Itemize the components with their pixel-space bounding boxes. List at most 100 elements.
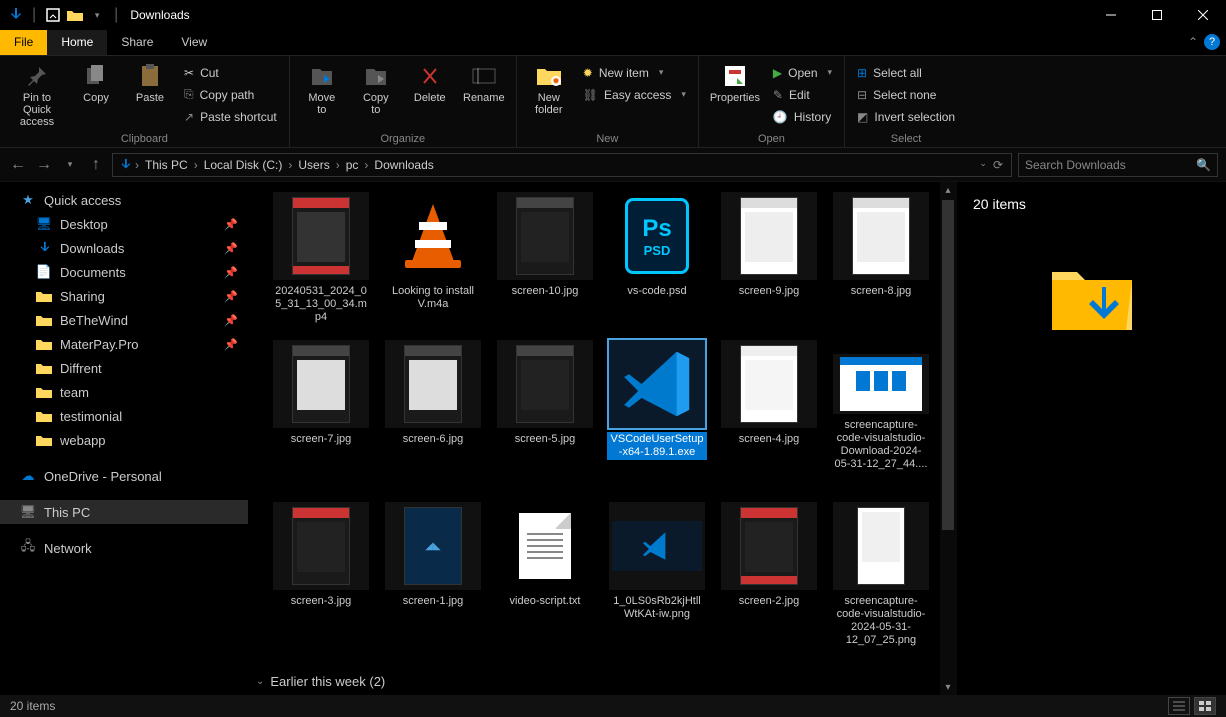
file-item[interactable]: screen-10.jpg	[490, 188, 600, 303]
thumbnail	[273, 502, 369, 590]
sidebar-testimonial[interactable]: testimonial	[0, 404, 248, 428]
view-icons-button[interactable]	[1194, 697, 1216, 715]
file-item[interactable]: ◢◣ screen-1.jpg	[378, 498, 488, 613]
sidebar-webapp[interactable]: webapp	[0, 428, 248, 452]
properties-button[interactable]: Properties	[707, 60, 763, 131]
move-to-button[interactable]: Move to	[298, 60, 346, 131]
paste-button[interactable]: Paste	[126, 60, 174, 131]
crumb-thispc[interactable]: This PC	[141, 158, 192, 172]
recent-dropdown[interactable]: ▾	[60, 155, 80, 175]
organize-group-label: Organize	[298, 131, 508, 145]
chevron-right-icon[interactable]: ›	[288, 158, 292, 172]
refresh-icon[interactable]: ⟳	[993, 158, 1003, 172]
file-item[interactable]: screen-4.jpg	[714, 336, 824, 451]
crumb-downloads[interactable]: Downloads	[370, 158, 437, 172]
sidebar-desktop[interactable]: 🖥 Desktop 📌	[0, 212, 248, 236]
rename-button[interactable]: Rename	[460, 60, 508, 131]
ribbon-group-select: ⊞Select all ⊟Select none ◩Invert selecti…	[845, 56, 967, 147]
up-button[interactable]: ↑	[86, 155, 106, 175]
thumbnail	[385, 192, 481, 280]
sidebar-onedrive[interactable]: ☁ OneDrive - Personal	[0, 464, 248, 488]
file-list-pane[interactable]: 20240531_2024_05_31_13_00_34.mp4 Looking…	[248, 182, 956, 695]
sb-label: team	[60, 385, 89, 400]
crumb-pc[interactable]: pc	[342, 158, 363, 172]
chevron-right-icon[interactable]: ›	[336, 158, 340, 172]
qat-newfolder-icon[interactable]	[66, 6, 84, 24]
file-item[interactable]: screen-5.jpg	[490, 336, 600, 451]
file-item[interactable]: screencapture-code-visualstudio-2024-05-…	[826, 498, 936, 652]
tab-share[interactable]: Share	[107, 30, 167, 55]
qat-properties-icon[interactable]	[44, 6, 62, 24]
file-item[interactable]: screen-8.jpg	[826, 188, 936, 303]
thumbnail	[273, 192, 369, 280]
forward-button[interactable]: →	[34, 155, 54, 175]
tab-file[interactable]: File	[0, 30, 47, 55]
crumb-users[interactable]: Users	[294, 158, 333, 172]
copy-button[interactable]: Copy	[72, 60, 120, 131]
close-button[interactable]	[1180, 0, 1226, 30]
back-button[interactable]: ←	[8, 155, 28, 175]
cut-button[interactable]: ✂Cut	[180, 62, 281, 83]
scroll-up-icon[interactable]: ▴	[940, 182, 956, 198]
file-item[interactable]: screencapture-code-visualstudio-Download…	[826, 350, 936, 476]
tab-home[interactable]: Home	[47, 30, 107, 55]
search-box[interactable]: Search Downloads 🔍	[1018, 153, 1218, 177]
file-item[interactable]: screen-7.jpg	[266, 336, 376, 451]
select-all-button[interactable]: ⊞Select all	[853, 62, 959, 83]
maximize-button[interactable]	[1134, 0, 1180, 30]
select-none-button[interactable]: ⊟Select none	[853, 84, 959, 105]
group-header-earlier[interactable]: ⌄ Earlier this week (2)	[248, 667, 940, 695]
file-item[interactable]: Looking to install V.m4a	[378, 188, 488, 316]
easy-access-button[interactable]: ⛓Easy access▾	[579, 84, 690, 105]
scrollbar[interactable]: ▴ ▾	[940, 182, 956, 695]
tab-view[interactable]: View	[167, 30, 221, 55]
open-button[interactable]: ▶Open▾	[769, 62, 836, 83]
sidebar-downloads[interactable]: Downloads 📌	[0, 236, 248, 260]
file-item[interactable]: screen-9.jpg	[714, 188, 824, 303]
chevron-right-icon[interactable]: ›	[194, 158, 198, 172]
chevron-right-icon[interactable]: ›	[364, 158, 368, 172]
scroll-down-icon[interactable]: ▾	[940, 679, 956, 695]
status-item-count: 20 items	[10, 699, 55, 713]
file-item[interactable]: 20240531_2024_05_31_13_00_34.mp4	[266, 188, 376, 329]
file-item[interactable]: screen-6.jpg	[378, 336, 488, 451]
copy-path-button[interactable]: ⎘Copy path	[180, 84, 281, 105]
new-folder-button[interactable]: ✹ New folder	[525, 60, 573, 131]
sidebar-sharing[interactable]: Sharing 📌	[0, 284, 248, 308]
delete-button[interactable]: Delete	[406, 60, 454, 131]
crumb-disk[interactable]: Local Disk (C:)	[200, 158, 287, 172]
chevron-right-icon[interactable]: ›	[135, 158, 139, 172]
thumbnail: ◢◣	[385, 502, 481, 590]
sidebar-team[interactable]: team	[0, 380, 248, 404]
paste-shortcut-button[interactable]: ↗Paste shortcut	[180, 106, 281, 127]
pin-quick-access-button[interactable]: Pin to Quick access	[8, 60, 66, 131]
file-item[interactable]: video-script.txt	[490, 498, 600, 613]
history-button[interactable]: 🕘History	[769, 106, 836, 127]
sidebar-diffrent[interactable]: Diffrent	[0, 356, 248, 380]
edit-button[interactable]: ✎Edit	[769, 84, 836, 105]
sidebar-bethewind[interactable]: BeTheWind 📌	[0, 308, 248, 332]
sb-label: Sharing	[60, 289, 105, 304]
newitem-label: New item	[599, 66, 649, 80]
file-item-selected[interactable]: VSCodeUserSetup-x64-1.89.1.exe	[602, 336, 712, 464]
help-icon[interactable]: ?	[1204, 34, 1220, 50]
new-item-button[interactable]: ✹New item▾	[579, 62, 690, 83]
sidebar-quick-access[interactable]: ★ Quick access	[0, 188, 248, 212]
sidebar-documents[interactable]: 📄 Documents 📌	[0, 260, 248, 284]
view-details-button[interactable]	[1168, 697, 1190, 715]
sidebar-materpay[interactable]: MaterPay.Pro 📌	[0, 332, 248, 356]
file-item[interactable]: screen-2.jpg	[714, 498, 824, 613]
copy-to-button[interactable]: Copy to	[352, 60, 400, 131]
sidebar-thispc[interactable]: 🖥 This PC	[0, 500, 248, 524]
invert-selection-button[interactable]: ◩Invert selection	[853, 106, 959, 127]
address-dropdown-icon[interactable]: ⌄	[979, 158, 987, 172]
scroll-thumb[interactable]	[942, 200, 954, 530]
minimize-button[interactable]	[1088, 0, 1134, 30]
sidebar-network[interactable]: 🖧 Network	[0, 536, 248, 560]
file-item[interactable]: PsPSD vs-code.psd	[602, 188, 712, 303]
address-bar[interactable]: › This PC › Local Disk (C:) › Users › pc…	[112, 153, 1012, 177]
qat-dropdown-icon[interactable]: ▾	[88, 6, 106, 24]
ribbon-collapse-icon[interactable]: ⌃	[1188, 35, 1198, 49]
file-item[interactable]: 1_0LS0sRb2kjHtllWtKAt-iw.png	[602, 498, 712, 626]
file-item[interactable]: screen-3.jpg	[266, 498, 376, 613]
